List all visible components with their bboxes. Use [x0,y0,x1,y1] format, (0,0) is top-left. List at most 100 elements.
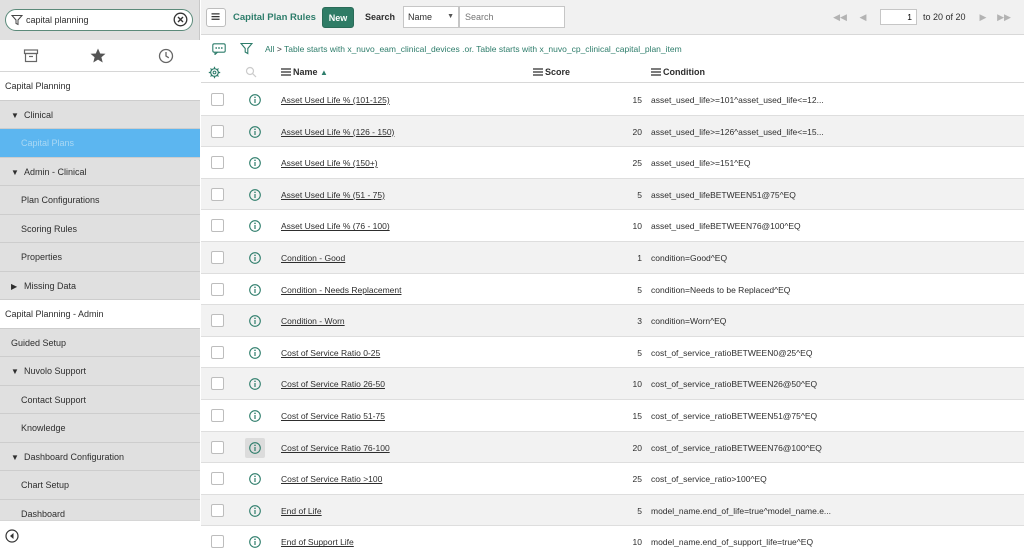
record-name-link[interactable]: Cost of Service Ratio 76-100 [281,443,390,453]
preview-record-button[interactable] [245,185,265,205]
sidebar-item-missing-data[interactable]: ▶ Missing Data [0,271,200,300]
row-checkbox[interactable] [211,282,224,296]
record-name-link[interactable]: Cost of Service Ratio 51-75 [281,411,385,421]
new-button[interactable]: New [322,7,354,28]
record-name-link[interactable]: Cost of Service Ratio >100 [281,474,382,484]
record-name-link[interactable]: Condition - Worn [281,316,345,326]
star-icon[interactable] [88,46,108,66]
sidebar-item-chart-setup[interactable]: Chart Setup [0,471,200,500]
preview-record-button[interactable] [245,248,265,268]
clear-filter-icon[interactable] [173,12,188,27]
sidebar-item-nuvolo-support[interactable]: ▼ Nuvolo Support [0,357,200,386]
column-menu-icon[interactable] [281,68,291,76]
caret-down-icon[interactable]: ▼ [11,159,21,186]
preview-record-button[interactable] [245,469,265,489]
column-menu-icon[interactable] [533,68,543,76]
column-header-score[interactable]: Score [533,67,570,77]
breadcrumb-condition-link[interactable]: Table starts with x_nuvo_eam_clinical_de… [284,44,682,54]
list-menu-button[interactable] [206,8,226,27]
row-checkbox[interactable] [211,187,224,201]
preview-record-button[interactable] [245,153,265,173]
row-checkbox[interactable] [211,377,224,391]
previous-page-icon[interactable]: ◀ [855,11,871,23]
row-checkbox[interactable] [211,345,224,359]
score-cell: 5 [637,347,642,358]
first-page-icon[interactable]: ◀◀ [832,11,848,23]
row-checkbox[interactable] [211,156,224,170]
column-header-condition[interactable]: Condition [651,67,705,77]
row-checkbox[interactable] [211,250,224,264]
record-name-link[interactable]: Cost of Service Ratio 0-25 [281,348,380,358]
sidebar-item-scoring-rules[interactable]: Scoring Rules [0,214,200,243]
record-name-link[interactable]: Asset Used Life % (101-125) [281,95,390,105]
page-number-input[interactable] [880,9,917,25]
search-input[interactable] [459,6,565,28]
navigator-filter[interactable] [5,9,193,31]
search-icon[interactable] [245,66,257,78]
preview-record-button[interactable] [245,122,265,142]
sidebar-item-guided-setup[interactable]: Guided Setup [0,328,200,357]
sidebar-item-clinical[interactable]: ▼ Clinical [0,100,200,129]
preview-record-button[interactable] [245,280,265,300]
record-name-link[interactable]: Asset Used Life % (76 - 100) [281,221,390,231]
record-name-link[interactable]: Condition - Good [281,253,345,263]
sidebar-item-capital-planning[interactable]: Capital Planning [0,72,200,101]
preview-record-button[interactable] [245,501,265,521]
preview-record-button[interactable] [245,216,265,236]
info-icon [249,252,261,264]
column-header-name[interactable]: Name ▲ [281,67,328,77]
preview-record-button[interactable] [245,311,265,331]
table-row: End of Life 5 model_name.end_of_life=true^… [201,494,1024,527]
record-name-link[interactable]: Cost of Service Ratio 26-50 [281,379,385,389]
sidebar-item-admin-clinical[interactable]: ▼ Admin - Clinical [0,157,200,186]
sidebar-item-dashboard-configuration[interactable]: ▼ Dashboard Configuration [0,442,200,471]
record-name-link[interactable]: Asset Used Life % (150+) [281,158,378,168]
caret-down-icon[interactable]: ▼ [11,358,21,385]
caret-right-icon[interactable]: ▶ [11,273,21,300]
row-checkbox[interactable] [211,93,224,106]
sidebar-item-label: Missing Data [24,280,77,291]
search-field-select[interactable]: Name ▼ [403,6,459,28]
row-checkbox[interactable] [211,314,224,328]
row-checkbox[interactable] [211,440,224,454]
info-icon [249,188,261,201]
preview-record-button[interactable] [245,406,265,426]
caret-down-icon[interactable]: ▼ [11,444,21,471]
record-name-link[interactable]: End of Support Life [281,537,354,547]
archive-icon[interactable] [21,46,41,66]
preview-record-button[interactable] [245,374,265,394]
preview-record-button[interactable] [245,532,265,550]
navigator-filter-input[interactable] [26,13,171,27]
sidebar-item-contact-support[interactable]: Contact Support [0,385,200,414]
list-title[interactable]: Capital Plan Rules [233,12,316,23]
record-name-link[interactable]: Condition - Needs Replacement [281,285,401,295]
preview-record-button[interactable] [245,343,265,363]
last-page-icon[interactable]: ▶▶ [996,11,1012,23]
filter-icon[interactable] [240,42,253,55]
record-name-link[interactable]: Asset Used Life % (51 - 75) [281,190,385,200]
record-name-link[interactable]: End of Life [281,506,322,516]
row-checkbox[interactable] [211,408,224,422]
sidebar-item-properties[interactable]: Properties [0,243,200,272]
clock-icon[interactable] [156,46,176,66]
breadcrumb-all-link[interactable]: All [265,44,274,54]
sidebar-item-capital-plans[interactable]: Capital Plans [0,129,200,158]
row-checkbox[interactable] [211,124,224,138]
gear-icon[interactable] [208,66,221,79]
preview-record-button[interactable] [245,437,265,458]
row-checkbox[interactable] [211,503,224,517]
row-checkbox[interactable] [211,535,224,549]
score-cell: 5 [637,284,642,295]
preview-record-button[interactable] [245,90,265,110]
sidebar-item-plan-configurations[interactable]: Plan Configurations [0,186,200,215]
column-menu-icon[interactable] [651,68,661,76]
sidebar-item-capital-planning-admin[interactable]: Capital Planning - Admin [0,300,200,329]
activity-stream-icon[interactable] [212,43,226,55]
record-name-link[interactable]: Asset Used Life % (126 - 150) [281,127,394,137]
row-checkbox[interactable] [211,219,224,233]
caret-down-icon[interactable]: ▼ [11,102,21,129]
row-checkbox[interactable] [211,472,224,486]
sidebar-item-knowledge[interactable]: Knowledge [0,414,200,443]
collapse-navigator-icon[interactable] [5,529,19,543]
next-page-icon[interactable]: ▶ [975,11,991,23]
